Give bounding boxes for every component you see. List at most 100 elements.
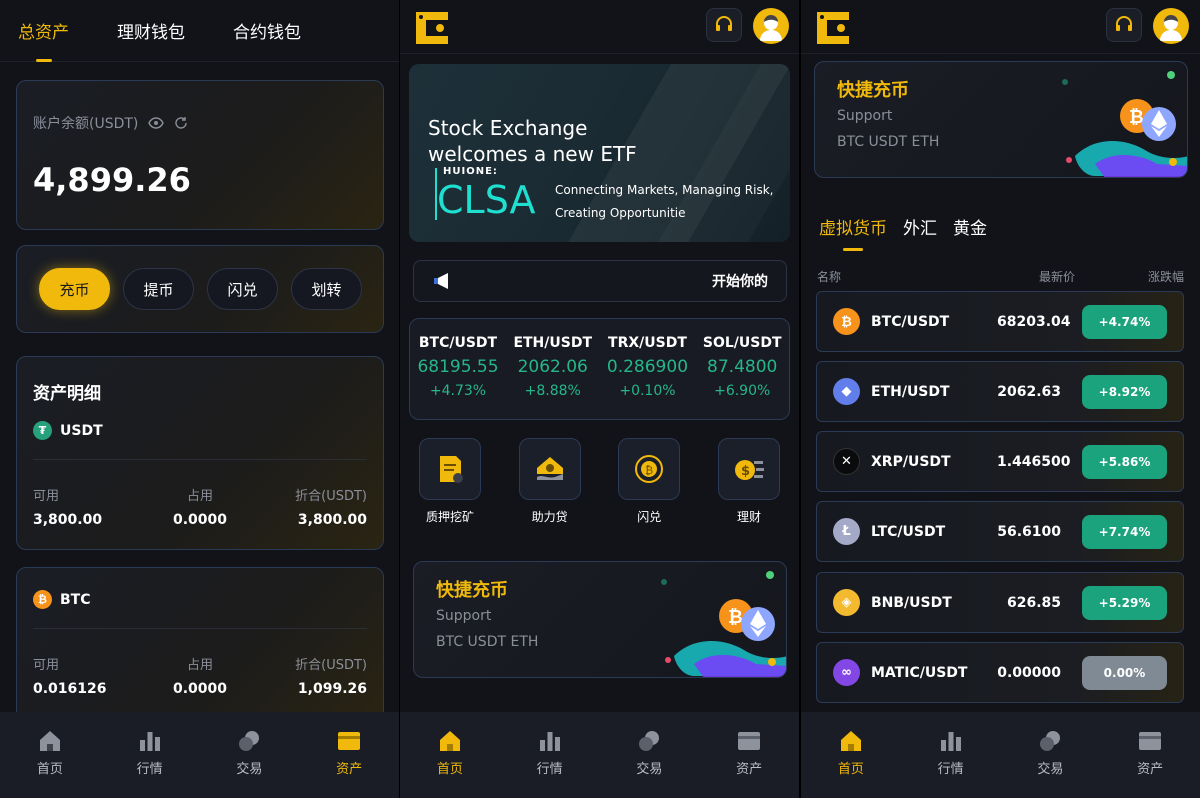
col-available: 可用 [33, 489, 60, 504]
pair-name: BNB/USDT [871, 594, 952, 611]
asset-columns: 可用 占用 折合(USDT) [33, 485, 367, 504]
pair-name: BTC/USDT [871, 313, 950, 330]
eye-icon[interactable] [148, 117, 165, 129]
coins-icon [239, 731, 260, 751]
nav-trade[interactable]: 交易 [1020, 728, 1080, 798]
chart-icon [139, 732, 160, 751]
bitcoin-icon: ₿ [833, 308, 860, 335]
nav-assets[interactable]: 资产 [319, 728, 379, 798]
tab-total-assets[interactable]: 总资产 [18, 18, 69, 62]
announcement-bar[interactable]: 开始你的 [413, 260, 787, 302]
user-avatar-icon [760, 15, 782, 41]
frozen-value: 0.0000 [172, 681, 228, 697]
pair-name: LTC/USDT [871, 523, 946, 540]
home-screen: Stock Exchange welcomes a new ETF HUIONE… [400, 0, 799, 798]
promo-title: 快捷充币 [837, 80, 909, 101]
divider [33, 459, 367, 460]
actions-card: 充币 提币 闪兑 划转 [16, 245, 384, 333]
quick-finance[interactable]: $ 理财 [717, 438, 781, 525]
market-row[interactable]: ◆ ETH/USDT 2062.63 +8.92% [816, 361, 1184, 422]
crypto-illustration-icon: ₿ [661, 571, 786, 677]
quick-deposit-card[interactable]: 快捷充币 Support BTC USDT ETH ₿ [413, 561, 787, 678]
banner-line2: welcomes a new ETF [428, 142, 637, 166]
banner-line1: Stock Exchange [428, 116, 588, 140]
ticker-item[interactable]: BTC/USDT 68195.55 +4.73% [417, 335, 498, 419]
refresh-icon[interactable] [174, 116, 188, 130]
ticker-item[interactable]: SOL/USDT 87.4800 +6.90% [703, 335, 782, 419]
avatar[interactable] [753, 8, 789, 44]
coin-symbol: USDT [60, 422, 103, 439]
change-badge: 0.00% [1082, 655, 1167, 690]
quick-swap[interactable]: ₿ 闪兑 [617, 438, 681, 525]
promo-coins: BTC USDT ETH [436, 634, 539, 650]
market-screen: 快捷充币 Support BTC USDT ETH ₿ 虚拟货币 外汇 黄金 名… [801, 0, 1200, 798]
promo-subtitle: Support [436, 608, 492, 624]
nav-market[interactable]: 行情 [520, 728, 580, 798]
col-change: 涨跌幅 [1147, 270, 1184, 284]
support-button[interactable] [706, 8, 742, 42]
market-row[interactable]: ∞ MATIC/USDT 0.00000 0.00% [816, 642, 1184, 703]
asset-details-title: 资产明细 [33, 384, 101, 404]
banner-ticker: CLSA [437, 178, 536, 222]
svg-text:₿: ₿ [728, 607, 743, 628]
nav-assets[interactable]: 资产 [1120, 728, 1180, 798]
nav-trade[interactable]: 交易 [619, 728, 679, 798]
promo-banner[interactable]: Stock Exchange welcomes a new ETF HUIONE… [409, 64, 790, 242]
quick-loan[interactable]: 助力贷 [518, 438, 582, 525]
col-price: 最新价 [1039, 270, 1076, 284]
swap-icon: ₿ [635, 455, 664, 483]
announcement-text: 开始你的 [712, 274, 768, 290]
quick-staking[interactable]: 质押挖矿 [418, 438, 482, 525]
market-tabs: 虚拟货币 外汇 黄金 [819, 214, 987, 251]
converted-value: 1,099.26 [297, 681, 367, 697]
staking-icon [440, 456, 463, 483]
tab-gold[interactable]: 黄金 [953, 214, 987, 239]
last-price: 626.85 [1006, 594, 1061, 611]
avatar[interactable] [1153, 8, 1189, 44]
assets-screen: 总资产 理财钱包 合约钱包 账户余额(USDT) 4,899.26 充币 提币 … [0, 0, 399, 798]
withdraw-button[interactable]: 提币 [123, 268, 194, 310]
tab-finance-wallet[interactable]: 理财钱包 [117, 18, 185, 43]
nav-home[interactable]: 首页 [420, 728, 480, 798]
transfer-button[interactable]: 划转 [291, 268, 362, 310]
bottom-nav: 首页 行情 交易 资产 [801, 712, 1200, 798]
coin-header-usdt: ₮ USDT [33, 421, 103, 440]
bottom-nav: 首页 行情 交易 资产 [0, 712, 399, 798]
bottom-nav: 首页 行情 交易 资产 [400, 712, 799, 798]
col-frozen: 占用 [186, 489, 213, 504]
market-row[interactable]: ₿ BTC/USDT 68203.04 +4.74% [816, 291, 1184, 352]
finance-icon: $ [734, 460, 764, 480]
market-row[interactable]: Ł LTC/USDT 56.6100 +7.74% [816, 501, 1184, 562]
nav-home[interactable]: 首页 [20, 728, 80, 798]
tab-contract-wallet[interactable]: 合约钱包 [233, 18, 301, 43]
bitcoin-icon: ₿ [33, 590, 52, 609]
coins-icon [1040, 731, 1061, 751]
promo-coins: BTC USDT ETH [837, 134, 940, 150]
nav-home[interactable]: 首页 [821, 728, 881, 798]
crypto-illustration-icon: ₿ [1062, 71, 1187, 177]
last-price: 2062.63 [997, 383, 1061, 400]
nav-assets[interactable]: 资产 [719, 728, 779, 798]
bnb-icon: ◈ [833, 589, 860, 616]
support-button[interactable] [1106, 8, 1142, 42]
home-icon [840, 731, 861, 751]
balance-label: 账户余额(USDT) [33, 116, 139, 132]
deposit-button[interactable]: 充币 [39, 268, 110, 310]
col-value: 折合(USDT) [295, 489, 367, 504]
col-name: 名称 [817, 270, 842, 284]
pair-name: MATIC/USDT [871, 664, 968, 681]
ticker-item[interactable]: ETH/USDT 2062.06 +8.88% [513, 335, 592, 419]
nav-market[interactable]: 行情 [921, 728, 981, 798]
quick-deposit-card[interactable]: 快捷充币 Support BTC USDT ETH ₿ [814, 61, 1188, 178]
tab-forex[interactable]: 外汇 [903, 214, 937, 239]
app-logo-icon [416, 12, 448, 44]
last-price: 0.00000 [997, 664, 1061, 681]
ticker-item[interactable]: TRX/USDT 0.286900 +0.10% [607, 335, 688, 419]
tab-crypto[interactable]: 虚拟货币 [819, 214, 887, 251]
nav-market[interactable]: 行情 [120, 728, 180, 798]
market-row[interactable]: ◈ BNB/USDT 626.85 +5.29% [816, 572, 1184, 633]
market-row[interactable]: ✕ XRP/USDT 1.446500 +5.86% [816, 431, 1184, 492]
nav-trade[interactable]: 交易 [219, 728, 279, 798]
swap-button[interactable]: 闪兑 [207, 268, 278, 310]
headset-icon [1116, 16, 1132, 31]
